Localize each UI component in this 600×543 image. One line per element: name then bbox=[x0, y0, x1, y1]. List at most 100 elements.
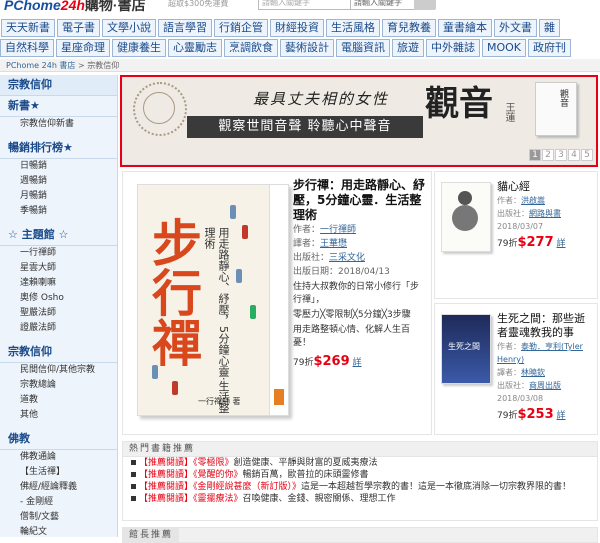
hot-item-tag: 【推薦閱讀】 bbox=[139, 470, 194, 480]
category-tab[interactable]: 政府刊 bbox=[528, 39, 572, 57]
sidebar-rank-title[interactable]: 暢銷排行榜★ bbox=[0, 138, 117, 159]
banner-page-2[interactable]: 2 bbox=[542, 149, 554, 161]
category-tab[interactable]: 中外雜誌 bbox=[426, 39, 480, 57]
book-card: 貓心經 作者：洪啟嵩 出版社：網路與書 2018/03/07 79折$277 詳 bbox=[434, 171, 598, 299]
sidebar-item[interactable]: 星雲大師 bbox=[0, 261, 117, 276]
translator-link[interactable]: 王華懋 bbox=[320, 239, 347, 249]
sidebar-item[interactable]: 達賴喇嘛 bbox=[0, 276, 117, 291]
publisher-mark bbox=[274, 389, 284, 405]
sidebar-item[interactable]: 月暢銷 bbox=[0, 189, 117, 204]
sidebar-item[interactable]: 一行禪師 bbox=[0, 246, 117, 261]
sidebar-item[interactable]: 日暢銷 bbox=[0, 159, 117, 174]
category-tab[interactable]: 旅遊 bbox=[392, 39, 424, 57]
publisher-link[interactable]: 三采文化 bbox=[329, 253, 365, 263]
sidebar-item[interactable]: 民間信仰/其他宗教 bbox=[0, 363, 117, 378]
sidebar-topic-title[interactable]: ☆ 主題館 ☆ bbox=[0, 225, 117, 246]
hot-item-book[interactable]: 《零極限》 bbox=[193, 458, 234, 468]
hot-item-text: 創造健康、平靜與財富的夏威夷療法 bbox=[233, 458, 378, 468]
sidebar-item[interactable]: 宗教信仰新書 bbox=[0, 117, 117, 132]
book-title[interactable]: 生死之間：那些逝者靈魂教我的事 bbox=[497, 312, 595, 340]
category-tab[interactable]: 藝術設計 bbox=[280, 39, 334, 57]
sidebar-item[interactable]: 宗教總論 bbox=[0, 378, 117, 393]
sidebar-item[interactable]: 【生活禪】 bbox=[0, 465, 117, 480]
detail-link[interactable]: 詳 bbox=[353, 358, 362, 368]
book-cover-neko[interactable] bbox=[441, 182, 491, 252]
category-tab[interactable]: 童書繪本 bbox=[438, 19, 492, 37]
promo-banner[interactable]: 最具丈夫相的女性 觀察世間音聲 聆聽心中聲音 觀音 王蓮 觀音 12345 bbox=[122, 75, 598, 165]
sidebar-item[interactable]: 僧制/文藝 bbox=[0, 510, 117, 525]
hot-item-book[interactable]: 《覺醒的你》 bbox=[193, 470, 243, 480]
sidebar-item[interactable]: 佛教通論 bbox=[0, 450, 117, 465]
detail-link[interactable]: 詳 bbox=[557, 411, 566, 421]
hot-item-text: 暢銷百萬，歐普拉的床頭靈修書 bbox=[242, 470, 369, 480]
author-link[interactable]: 一行禪師 bbox=[320, 225, 356, 235]
sidebar-item[interactable]: 佛經/經論釋義 bbox=[0, 480, 117, 495]
search-input[interactable]: 請輸入關鍵字 bbox=[258, 0, 351, 10]
category-tab[interactable]: 電腦資訊 bbox=[336, 39, 390, 57]
category-tab[interactable]: 自然科學 bbox=[0, 39, 54, 57]
sidebar-item[interactable]: 週暢銷 bbox=[0, 174, 117, 189]
editor-picks-header: 館長推薦 bbox=[122, 527, 598, 543]
hot-item[interactable]: 【推薦閱讀】《靈擺療法》召喚健康、金錢、親密關係、理想工作 bbox=[123, 493, 597, 505]
figure-icon bbox=[236, 269, 242, 283]
sidebar-buddhism-title[interactable]: 佛教 bbox=[0, 429, 117, 450]
shipping-note: 超取$300免運費 bbox=[168, 0, 229, 8]
hot-item-book[interactable]: 《靈擺療法》 bbox=[193, 494, 243, 504]
search-select[interactable]: 請輸入關鍵字 bbox=[350, 0, 415, 10]
category-tab[interactable]: 電子書 bbox=[57, 19, 100, 37]
sidebar-item[interactable]: 奧修 Osho bbox=[0, 291, 117, 306]
author-link[interactable]: 洪啟嵩 bbox=[521, 196, 545, 205]
sidebar-religion-title[interactable]: 宗教信仰 bbox=[0, 342, 117, 363]
banner-page-1[interactable]: 1 bbox=[529, 149, 541, 161]
sidebar-new-title[interactable]: 新書★ bbox=[0, 96, 117, 117]
publisher-link[interactable]: 商周出版 bbox=[529, 381, 561, 390]
category-tab[interactable]: 心靈勵志 bbox=[168, 39, 222, 57]
sidebar-item[interactable]: 聖嚴法師 bbox=[0, 306, 117, 321]
hot-item[interactable]: 【推薦閱讀】《金剛經說甚麼（新訂版）》這是一本超越哲學宗教的書！這是一本徹底消除… bbox=[123, 481, 597, 493]
category-tab[interactable]: 育兒教養 bbox=[382, 19, 436, 37]
category-tab[interactable]: MOOK bbox=[482, 39, 527, 57]
book-price: 79折$253 詳 bbox=[497, 407, 595, 422]
category-tab[interactable]: 語言學習 bbox=[158, 19, 212, 37]
featured-book-cover[interactable]: 步行禪 用走路靜心、紓壓，5分鐘心靈·生活整理術 一行禪師 著 bbox=[137, 184, 289, 416]
detail-link[interactable]: 詳 bbox=[557, 239, 566, 249]
sidebar-item[interactable]: 其他 bbox=[0, 408, 117, 423]
banner-author: 王蓮 bbox=[503, 102, 514, 122]
hot-item[interactable]: 【推薦閱讀】《覺醒的你》暢銷百萬，歐普拉的床頭靈修書 bbox=[123, 469, 597, 481]
translator-link[interactable]: 林曉欽 bbox=[521, 368, 545, 377]
author-label: 作者： bbox=[497, 196, 521, 205]
site-logo[interactable]: PChome24h購物·書店 bbox=[4, 0, 146, 15]
editor-picks-title: 館長推薦 bbox=[123, 528, 180, 542]
category-tab[interactable]: 烹調飲食 bbox=[224, 39, 278, 57]
sidebar-title[interactable]: 宗教信仰 bbox=[0, 75, 117, 96]
banner-page-5[interactable]: 5 bbox=[581, 149, 593, 161]
sidebar-item[interactable]: 道教 bbox=[0, 393, 117, 408]
publisher-link[interactable]: 網路與書 bbox=[529, 209, 561, 218]
breadcrumb-home[interactable]: PChome 24h 書店 bbox=[6, 61, 75, 70]
sidebar-section-topic: ☆ 主題館 ☆ 一行禪師 星雲大師 達賴喇嘛 奧修 Osho 聖嚴法師 證嚴法師 bbox=[0, 225, 117, 336]
search-button[interactable] bbox=[414, 0, 436, 10]
sidebar-item[interactable]: 輪紀文 bbox=[0, 525, 117, 540]
category-tab[interactable]: 星座命理 bbox=[56, 39, 110, 57]
category-tab[interactable]: 健康養生 bbox=[112, 39, 166, 57]
category-tab[interactable]: 天天新書 bbox=[1, 19, 55, 37]
category-tab[interactable]: 雜 bbox=[539, 19, 560, 37]
hot-item-tag: 【推薦閱讀】 bbox=[139, 458, 194, 468]
featured-book-title[interactable]: 步行禪：用走路靜心、紓壓，5分鐘心靈．生活整理術 bbox=[293, 178, 425, 223]
figure-icon bbox=[242, 225, 248, 239]
sidebar-item[interactable]: 季暢銷 bbox=[0, 204, 117, 219]
sidebar-item[interactable]: - 金剛經 bbox=[0, 495, 117, 510]
category-tab[interactable]: 外文書 bbox=[494, 19, 537, 37]
banner-page-4[interactable]: 4 bbox=[568, 149, 580, 161]
category-tab[interactable]: 財經投資 bbox=[270, 19, 324, 37]
hot-item-book[interactable]: 《金剛經說甚麼（新訂版）》 bbox=[193, 482, 301, 492]
banner-page-3[interactable]: 3 bbox=[555, 149, 567, 161]
sidebar-item[interactable]: 證嚴法師 bbox=[0, 321, 117, 336]
category-tab[interactable]: 生活風格 bbox=[326, 19, 380, 37]
category-tab[interactable]: 文學小說 bbox=[102, 19, 156, 37]
hot-item-text: 召喚健康、金錢、親密關係、理想工作 bbox=[242, 494, 396, 504]
hot-item[interactable]: 【推薦閱讀】《零極限》創造健康、平靜與財富的夏威夷療法 bbox=[123, 457, 597, 469]
category-tab[interactable]: 行銷企管 bbox=[214, 19, 268, 37]
book-cover-life-death[interactable]: 生死之間 bbox=[441, 314, 491, 384]
book-title[interactable]: 貓心經 bbox=[497, 180, 595, 194]
